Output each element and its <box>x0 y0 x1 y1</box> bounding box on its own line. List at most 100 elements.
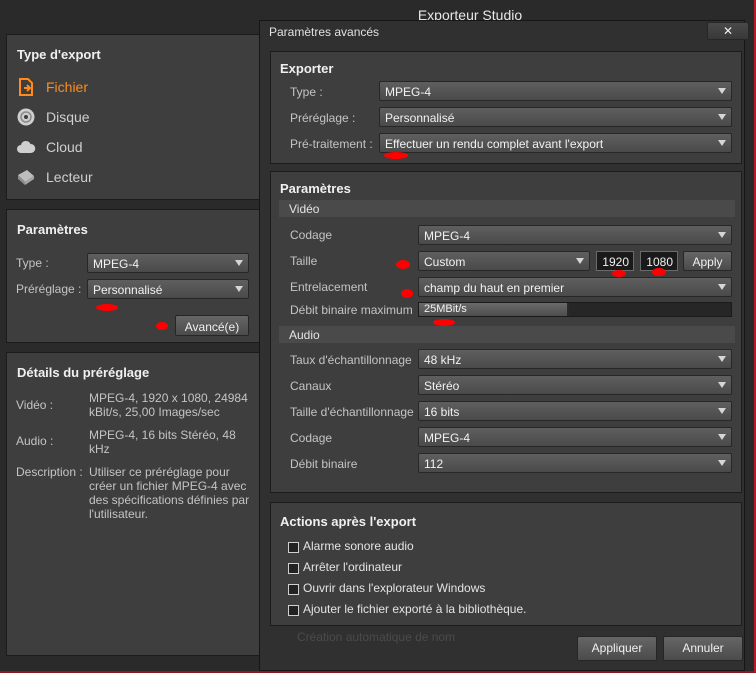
left-preset-label: Préréglage : <box>16 282 82 296</box>
dialog-title: Paramètres avancés <box>269 25 380 39</box>
device-icon <box>18 170 34 185</box>
left-type-select[interactable]: MPEG-4 <box>87 253 249 273</box>
left-params-heading: Paramètres <box>17 222 88 237</box>
chevron-down-icon <box>718 114 726 120</box>
details-video-value: MPEG-4, 1920 x 1080, 24984 kBit/s, 25,00… <box>89 391 248 419</box>
export-type-cloud-label: Cloud <box>46 139 83 155</box>
sample-size-value: 16 bits <box>424 405 460 419</box>
channels-value: Stéréo <box>424 379 460 393</box>
close-icon: ✕ <box>722 24 734 38</box>
preprocess-select[interactable]: Effectuer un rendu complet avant l'expor… <box>379 133 732 153</box>
channels-label: Canaux <box>290 379 332 393</box>
left-type-label: Type : <box>16 256 49 270</box>
chevron-down-icon <box>718 140 726 146</box>
advanced-button[interactable]: Avancé(e) <box>175 315 249 336</box>
interlace-label: Entrelacement <box>290 280 368 294</box>
export-type-heading: Type d'export <box>17 47 101 62</box>
cancel-button[interactable]: Annuler <box>663 636 743 661</box>
exporter-type-value: MPEG-4 <box>385 85 432 99</box>
chevron-down-icon <box>718 356 726 362</box>
checkbox-audio-alarm[interactable] <box>288 542 299 553</box>
sample-size-select[interactable]: 16 bits <box>418 401 732 421</box>
post-export-heading: Actions après l'export <box>280 514 417 529</box>
sample-rate-label: Taux d'échantillonnage <box>290 353 412 367</box>
exporter-heading: Exporter <box>280 61 334 76</box>
checkbox-open-explorer[interactable] <box>288 584 299 595</box>
video-width-input[interactable]: 1920 <box>596 251 634 271</box>
chevron-down-icon <box>235 286 243 292</box>
annotation-mark <box>396 260 410 269</box>
export-type-disc[interactable]: Disque <box>16 107 90 127</box>
max-bitrate-slider[interactable]: 25MBit/s <box>418 302 732 317</box>
annotation-mark <box>652 268 666 276</box>
audio-codec-value: MPEG-4 <box>424 431 471 445</box>
video-size-select[interactable]: Custom <box>418 251 590 271</box>
sample-rate-select[interactable]: 48 kHz <box>418 349 732 369</box>
details-description-value: Utiliser ce préréglage pour créer un fic… <box>89 465 250 521</box>
export-type-file[interactable]: Fichier <box>16 77 88 97</box>
chevron-down-icon <box>576 258 584 264</box>
add-library-label: Ajouter le fichier exporté à la biblioth… <box>303 602 527 616</box>
annotation-mark <box>612 270 626 277</box>
video-codec-value: MPEG-4 <box>424 229 471 243</box>
audio-alarm-label: Alarme sonore audio <box>303 539 414 553</box>
annotation-mark <box>96 304 118 311</box>
audio-bitrate-select[interactable]: 112 <box>418 453 732 473</box>
left-preset-select[interactable]: Personnalisé <box>87 279 249 299</box>
chevron-down-icon <box>718 88 726 94</box>
chevron-down-icon <box>718 408 726 414</box>
audio-bitrate-label: Débit binaire <box>290 457 358 471</box>
chevron-down-icon <box>718 382 726 388</box>
disc-icon <box>17 108 35 126</box>
audio-bitrate-value: 112 <box>424 457 444 471</box>
max-bitrate-label: Débit binaire maximum <box>290 303 413 317</box>
video-codec-select[interactable]: MPEG-4 <box>418 225 732 245</box>
interlace-select[interactable]: champ du haut en premier <box>418 277 732 297</box>
apply-button[interactable]: Appliquer <box>577 636 657 661</box>
settings-heading: Paramètres <box>280 181 351 196</box>
chevron-down-icon <box>718 460 726 466</box>
exporter-preset-label: Préréglage : <box>290 111 356 125</box>
details-audio-value: MPEG-4, 16 bits Stéréo, 48 kHz <box>89 428 236 456</box>
left-type-value: MPEG-4 <box>93 257 140 271</box>
left-preset-value: Personnalisé <box>93 283 163 297</box>
sample-rate-value: 48 kHz <box>424 353 462 367</box>
preprocess-label: Pré-traitement : <box>290 137 373 151</box>
audio-subheader: Audio <box>279 326 735 343</box>
open-explorer-label: Ouvrir dans l'explorateur Windows <box>303 581 486 595</box>
details-description-label: Description : <box>16 465 83 479</box>
video-size-value: Custom <box>424 255 466 269</box>
annotation-mark <box>384 152 408 159</box>
export-type-disc-label: Disque <box>46 109 90 125</box>
details-audio-label: Audio : <box>16 434 54 448</box>
shutdown-label: Arrêter l'ordinateur <box>303 560 402 574</box>
chevron-down-icon <box>718 284 726 290</box>
exporter-type-select[interactable]: MPEG-4 <box>379 81 732 101</box>
details-video-label: Vidéo : <box>16 398 54 412</box>
checkbox-shutdown[interactable] <box>288 563 299 574</box>
preprocess-value: Effectuer un rendu complet avant l'expor… <box>385 137 604 151</box>
audio-codec-select[interactable]: MPEG-4 <box>418 427 732 447</box>
chevron-down-icon <box>235 260 243 266</box>
export-type-device[interactable]: Lecteur <box>16 167 93 187</box>
annotation-mark <box>433 319 455 326</box>
channels-select[interactable]: Stéréo <box>418 375 732 395</box>
interlace-value: champ du haut en premier <box>424 281 565 295</box>
auto-name-ghost-text: Création automatique de nom <box>297 630 456 644</box>
video-size-label: Taille <box>290 254 318 268</box>
max-bitrate-value: 25MBit/s <box>424 303 467 315</box>
exporter-type-label: Type : <box>290 85 323 99</box>
exporter-preset-select[interactable]: Personnalisé <box>379 107 732 127</box>
preset-details-heading: Détails du préréglage <box>17 365 150 380</box>
exporter-preset-value: Personnalisé <box>385 111 455 125</box>
annotation-mark <box>156 322 168 330</box>
video-subheader: Vidéo <box>279 200 735 217</box>
size-apply-button[interactable]: Apply <box>683 251 732 271</box>
cloud-icon <box>17 140 36 153</box>
export-type-cloud[interactable]: Cloud <box>16 137 83 157</box>
annotation-mark <box>401 289 413 298</box>
chevron-down-icon <box>718 434 726 440</box>
dialog-close-button[interactable]: ✕ <box>707 22 749 40</box>
export-type-file-label: Fichier <box>46 79 89 95</box>
checkbox-add-library[interactable] <box>288 605 299 616</box>
